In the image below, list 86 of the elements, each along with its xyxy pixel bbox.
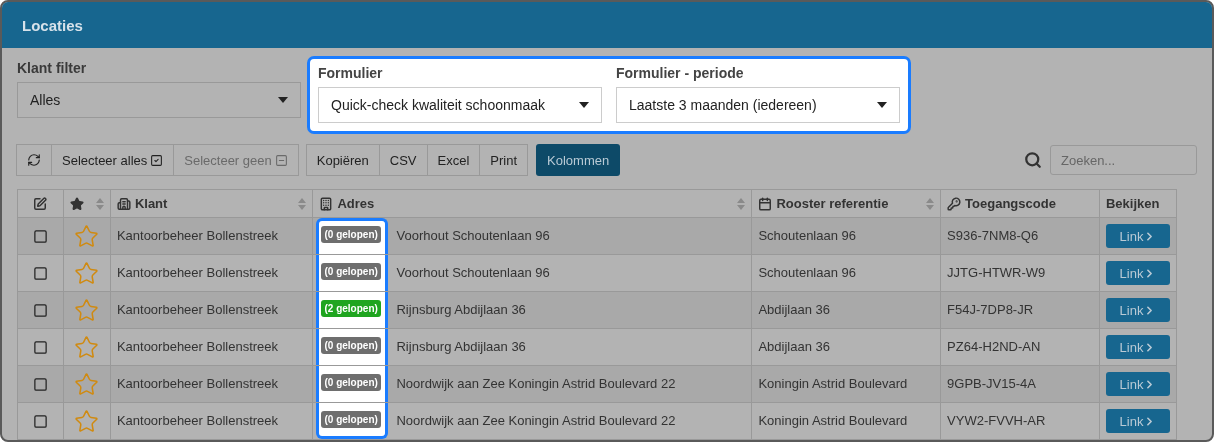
star-icon[interactable] — [74, 372, 100, 397]
sort-icon — [95, 197, 104, 210]
link-button[interactable]: Link — [1105, 409, 1170, 433]
table-cell-text: Koningin Astrid Boulevard — [758, 375, 908, 391]
refresh-button[interactable] — [16, 144, 52, 176]
star-icon — [69, 196, 84, 211]
row-checkbox[interactable] — [32, 229, 48, 244]
search-field[interactable]: Zoeken... — [1050, 145, 1197, 175]
table-cell-text: Schoutenlaan 96 — [758, 227, 857, 243]
sort-icon — [926, 197, 935, 210]
table-cell-text: Kantoorbeheer Bollenstreek — [116, 338, 279, 354]
link-button[interactable]: Link — [1105, 298, 1170, 322]
table-cell-text: Kantoorbeheer Bollenstreek — [116, 227, 279, 243]
toolbar-button[interactable]: CSV — [378, 144, 428, 176]
toolbar-button[interactable]: Print — [479, 144, 529, 176]
column-header[interactable]: Adres — [313, 189, 752, 218]
minus-box-icon — [274, 153, 288, 167]
caret-icon — [579, 102, 589, 108]
buildings-icon — [116, 196, 131, 211]
table-cell-text: Rijnsburg Abdijlaan 36 — [396, 338, 526, 356]
toolbar-button[interactable]: Excel — [426, 144, 481, 176]
caret-icon — [278, 97, 288, 103]
row-checkbox[interactable] — [32, 303, 48, 318]
link-button[interactable]: Link — [1105, 372, 1170, 396]
table-cell-text: Kantoorbeheer Bollenstreek — [116, 412, 279, 428]
status-badge: (0 gelopen) — [321, 411, 381, 428]
table-cell-text: Kantoorbeheer Bollenstreek — [116, 375, 279, 391]
sort-icon — [737, 197, 746, 210]
table-cell-text: VYW2-FVVH-AR — [947, 412, 1046, 428]
table-cell-text: 9GPB-JV15-4A — [947, 375, 1036, 391]
row-checkbox[interactable] — [32, 414, 48, 429]
table-cell-text: Koningin Astrid Boulevard — [758, 412, 908, 428]
star-icon[interactable] — [74, 298, 100, 323]
table-cell-text: JJTG-HTWR-W9 — [947, 264, 1046, 280]
status-badge: (0 gelopen) — [321, 226, 381, 243]
status-badge: (0 gelopen) — [321, 374, 381, 391]
filter-label: Formulier — [318, 65, 384, 81]
table-cell-text: Voorhout Schoutenlaan 96 — [396, 227, 550, 245]
link-button[interactable]: Link — [1105, 224, 1170, 248]
row-checkbox[interactable] — [32, 377, 48, 392]
table-cell-text: Schoutenlaan 96 — [758, 264, 857, 280]
edit-icon — [33, 196, 48, 211]
column-header[interactable]: Rooster referentie — [751, 189, 941, 218]
search-icon — [1024, 151, 1042, 169]
window-title: Locaties — [22, 16, 83, 34]
table-cell-text: Noordwijk aan Zee Koningin Astrid Boulevard 22 — [396, 375, 676, 393]
table-cell-text: Kantoorbeheer Bollenstreek — [116, 301, 279, 317]
row-checkbox[interactable] — [32, 340, 48, 355]
link-button[interactable]: Link — [1105, 261, 1170, 285]
toolbar-button[interactable]: Selecteer alles — [51, 144, 175, 176]
row-checkbox[interactable] — [32, 266, 48, 281]
sort-icon — [298, 197, 307, 210]
refresh-icon — [27, 153, 41, 167]
table-cell-text: Kantoorbeheer Bollenstreek — [116, 264, 279, 280]
building-icon — [319, 196, 334, 211]
table-cell-text: Abdijlaan 36 — [758, 338, 830, 354]
column-header[interactable] — [63, 189, 111, 218]
table-cell-text: S936-7NM8-Q6 — [947, 227, 1039, 243]
column-header: Toegangscode — [940, 189, 1100, 218]
filter-label: Klant filter — [17, 60, 88, 76]
table-cell-text: Abdijlaan 36 — [758, 301, 830, 317]
toolbar-button[interactable]: Kopiëren — [305, 144, 380, 176]
star-icon[interactable] — [74, 224, 100, 249]
caret-icon — [877, 102, 887, 108]
filter-label: Formulier - periode — [616, 65, 745, 81]
star-icon[interactable] — [74, 409, 100, 434]
filter-select[interactable]: Laatste 3 maanden (iedereen) — [616, 87, 900, 123]
table-cell-text: PZ64-H2ND-AN — [947, 338, 1041, 354]
table-cell-text: Voorhout Schoutenlaan 96 — [396, 264, 550, 282]
status-badge: (0 gelopen) — [321, 263, 381, 280]
key-icon — [947, 196, 962, 211]
checkbox-icon — [150, 153, 164, 167]
calendar-icon — [758, 196, 773, 211]
status-badge: (0 gelopen) — [321, 337, 381, 354]
filter-select[interactable]: Alles — [17, 82, 301, 118]
table-cell-text: F54J-7DP8-JR — [947, 301, 1034, 317]
link-button[interactable]: Link — [1105, 335, 1170, 359]
table-cell-text: Noordwijk aan Zee Koningin Astrid Boulevard 22 — [396, 412, 676, 430]
table-cell-text: Rijnsburg Abdijlaan 36 — [396, 301, 526, 319]
columns-button[interactable]: Kolommen — [536, 144, 621, 176]
column-header[interactable]: Klant — [110, 189, 313, 218]
column-header: Bekijken — [1099, 189, 1177, 218]
star-icon[interactable] — [74, 335, 100, 360]
status-badge: (2 gelopen) — [321, 300, 381, 317]
star-icon[interactable] — [74, 261, 100, 286]
filter-select[interactable]: Quick-check kwaliteit schoonmaak — [318, 87, 602, 123]
